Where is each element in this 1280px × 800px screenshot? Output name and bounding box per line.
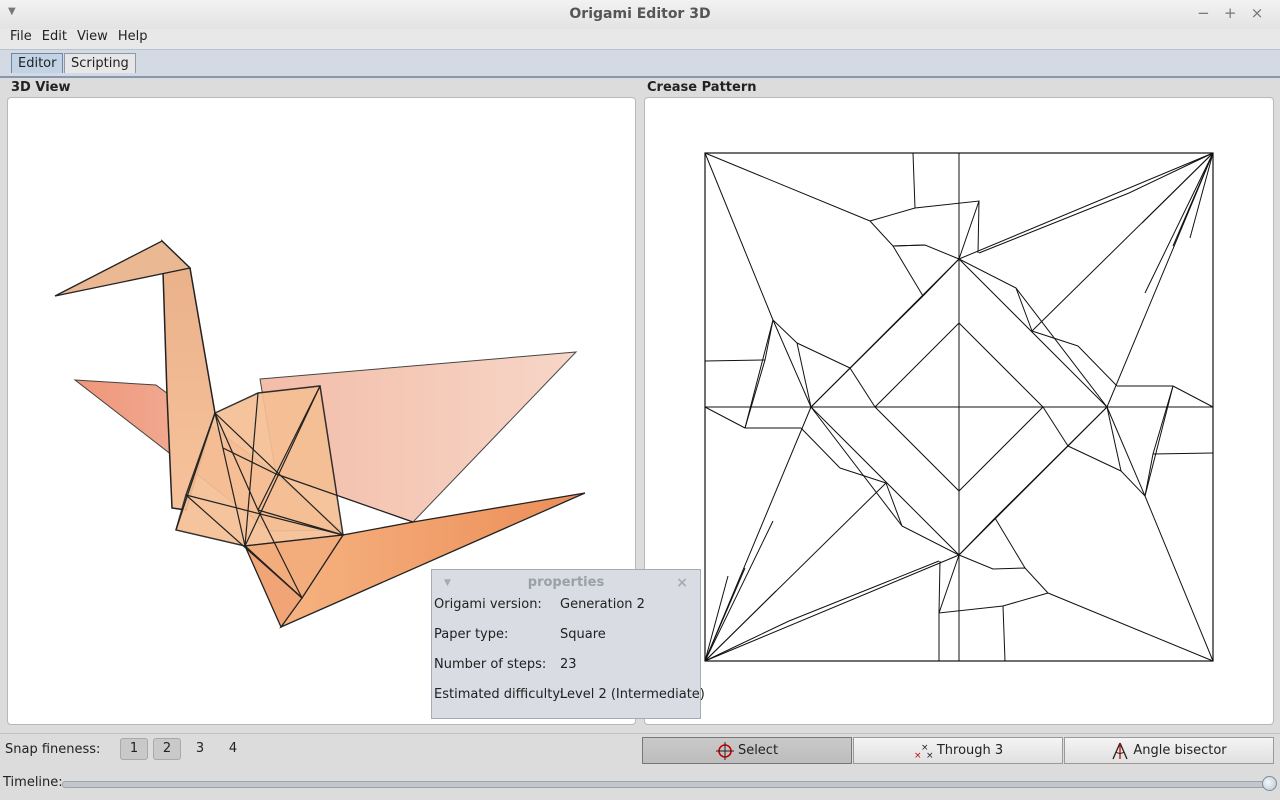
timeline-slider-handle[interactable] [1262, 776, 1277, 791]
property-value: 23 [560, 657, 577, 672]
snap-option-2[interactable]: 2 [153, 738, 181, 760]
through-3-tool-button[interactable]: × × × Through 3 [853, 737, 1063, 764]
through-3-tool-label: Through 3 [936, 743, 1004, 758]
angle-bisector-tool-label: Angle bisector [1133, 743, 1227, 758]
property-value: Level 2 (Intermediate) [560, 687, 705, 702]
timeline-bar: Timeline: [0, 767, 1280, 800]
property-value: Generation 2 [560, 597, 645, 612]
timeline-slider-track[interactable] [62, 781, 1274, 788]
angle-bisector-icon [1112, 742, 1128, 759]
crease-pattern-panel[interactable] [644, 97, 1274, 725]
snap-option-1[interactable]: 1 [120, 738, 148, 760]
menu-view[interactable]: View [72, 29, 113, 44]
window-titlebar: ▼ Origami Editor 3D − + × [0, 0, 1280, 30]
snap-option-3[interactable]: 3 [186, 738, 214, 760]
property-key: Estimated difficulty: [434, 687, 564, 702]
menu-bar: File Edit View Help [0, 29, 1280, 49]
properties-header[interactable]: ▼ properties × [432, 570, 700, 594]
crosshair-icon [715, 741, 734, 760]
property-row: Estimated difficulty: Level 2 (Intermedi… [432, 684, 705, 714]
window-title: Origami Editor 3D [569, 6, 711, 22]
panel-title-crease-pattern: Crease Pattern [647, 80, 757, 95]
timeline-label: Timeline: [3, 775, 63, 790]
close-icon[interactable]: × [1246, 4, 1268, 22]
svg-text:×: × [914, 751, 922, 760]
tab-scripting[interactable]: Scripting [64, 53, 136, 73]
property-value: Square [560, 627, 606, 642]
snap-toolbar: Snap fineness: 1 2 3 4 Select × × × Thro… [0, 733, 1280, 768]
menu-help[interactable]: Help [113, 29, 153, 44]
minimize-icon[interactable]: − [1192, 4, 1214, 22]
properties-title: properties [527, 575, 605, 590]
property-row: Number of steps: 23 [432, 654, 700, 684]
property-row: Paper type: Square [432, 624, 700, 654]
property-row: Origami version: Generation 2 [432, 594, 700, 624]
properties-menu-icon[interactable]: ▼ [444, 570, 451, 596]
properties-close-icon[interactable]: × [676, 570, 688, 596]
maximize-icon[interactable]: + [1219, 4, 1241, 22]
property-key: Paper type: [434, 627, 509, 642]
snap-option-4[interactable]: 4 [219, 738, 247, 760]
property-key: Origami version: [434, 597, 542, 612]
angle-bisector-tool-button[interactable]: Angle bisector [1064, 737, 1274, 764]
three-points-icon: × × × [914, 743, 933, 760]
select-tool-label: Select [737, 743, 779, 758]
select-tool-button[interactable]: Select [642, 737, 852, 764]
menu-file[interactable]: File [5, 29, 37, 44]
panel-title-3d-view: 3D View [11, 80, 71, 95]
snap-fineness-label: Snap fineness: [5, 742, 101, 757]
tab-strip: Editor Scripting [0, 49, 1280, 78]
tab-editor[interactable]: Editor [11, 53, 64, 73]
property-key: Number of steps: [434, 657, 547, 672]
properties-panel[interactable]: ▼ properties × Origami version: Generati… [431, 569, 705, 719]
crease-pattern-canvas[interactable] [645, 98, 1273, 724]
svg-text:×: × [926, 751, 933, 760]
menu-edit[interactable]: Edit [37, 29, 72, 44]
